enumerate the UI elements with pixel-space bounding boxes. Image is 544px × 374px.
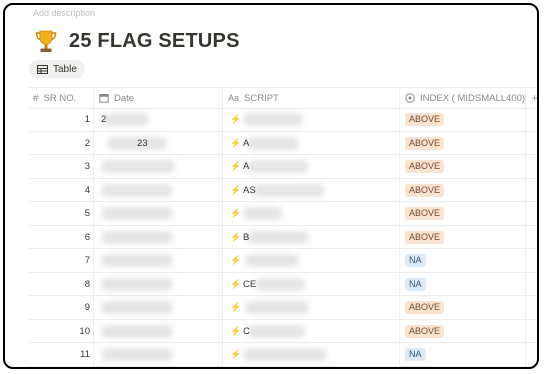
date-cell-redacted xyxy=(101,254,173,267)
script-cell[interactable]: B xyxy=(243,226,249,249)
index-status-tag[interactable]: ABOVE xyxy=(405,230,445,244)
sr-number-cell[interactable]: 3 xyxy=(29,155,90,178)
sr-number-cell[interactable]: 7 xyxy=(29,249,90,272)
script-cell-redacted xyxy=(243,113,303,126)
date-cell[interactable]: 2 xyxy=(101,108,106,131)
app-frame: Add description 25 FLAG SETUPS Table # S… xyxy=(3,3,539,369)
sr-number-cell[interactable]: 11 xyxy=(29,343,90,366)
trophy-icon xyxy=(35,30,57,52)
script-cell[interactable]: A xyxy=(243,132,249,155)
table-row[interactable]: 10 ⚡ C ABOVE xyxy=(29,320,537,343)
index-status-tag[interactable]: ABOVE xyxy=(405,207,445,220)
view-tab-label: Table xyxy=(53,63,77,75)
script-cell-redacted xyxy=(253,183,325,197)
sr-number-cell[interactable]: 2 xyxy=(29,132,90,155)
lightning-icon: ⚡ xyxy=(230,349,242,359)
page-title-row: 25 FLAG SETUPS xyxy=(33,28,240,54)
date-cell-redacted xyxy=(101,160,175,173)
table-row[interactable]: 7 ⚡ NA xyxy=(29,249,537,273)
script-cell-redacted xyxy=(247,160,309,173)
plus-icon[interactable]: + xyxy=(531,88,537,108)
table-row[interactable]: 3 ⚡ A ABOVE xyxy=(29,155,537,179)
script-cell-redacted xyxy=(255,277,305,291)
script-cell-redacted xyxy=(247,230,309,244)
lightning-icon: ⚡ xyxy=(230,208,242,218)
sr-number-cell[interactable]: 8 xyxy=(29,273,90,296)
table-header: # SR NO. Date Aa SCRIPT INDEX ( MIDSMALL… xyxy=(29,87,537,109)
index-status-tag[interactable]: NA xyxy=(405,277,426,291)
date-cell-redacted xyxy=(101,277,173,291)
index-status-tag[interactable]: ABOVE xyxy=(405,301,445,314)
table-row[interactable]: 1 2 ⚡ ABOVE xyxy=(29,108,537,132)
sr-number-cell[interactable]: 6 xyxy=(29,226,90,249)
add-description-placeholder[interactable]: Add description xyxy=(33,8,95,18)
sr-number-cell[interactable]: 5 xyxy=(29,202,90,225)
table-row[interactable]: 8 ⚡ CE NA xyxy=(29,273,537,296)
lightning-icon: ⚡ xyxy=(230,137,242,148)
lightning-icon: ⚡ xyxy=(230,184,242,195)
script-cell-redacted xyxy=(247,324,305,338)
index-status-tag[interactable]: ABOVE xyxy=(405,113,445,126)
date-cell-redacted xyxy=(103,113,149,126)
sr-number-cell[interactable]: 10 xyxy=(29,320,90,343)
lightning-icon: ⚡ xyxy=(230,325,242,336)
view-tab-table[interactable]: Table xyxy=(29,60,85,78)
table-row[interactable]: 6 ⚡ B ABOVE xyxy=(29,226,537,249)
text-aa-icon: Aa xyxy=(228,93,240,103)
lightning-icon: ⚡ xyxy=(230,255,242,265)
column-header-index[interactable]: INDEX ( MIDSMALL400) xyxy=(405,88,525,108)
column-header-sr[interactable]: # SR NO. xyxy=(33,88,76,108)
date-cell-redacted xyxy=(101,301,173,314)
sr-number-cell[interactable]: 1 xyxy=(29,108,90,131)
lightning-icon: ⚡ xyxy=(230,231,242,242)
script-cell[interactable]: A xyxy=(243,155,249,178)
calendar-icon xyxy=(99,94,109,103)
sr-number-cell[interactable]: 9 xyxy=(29,296,90,319)
table-row[interactable]: 5 ⚡ ABOVE xyxy=(29,202,537,226)
lightning-icon: ⚡ xyxy=(230,278,242,289)
column-header-script[interactable]: Aa SCRIPT xyxy=(228,88,279,108)
script-cell-redacted xyxy=(245,301,309,314)
date-cell-redacted xyxy=(101,348,173,361)
table-row[interactable]: 9 ⚡ ABOVE xyxy=(29,296,537,320)
script-cell[interactable]: AS xyxy=(243,179,256,202)
column-header-date[interactable]: Date xyxy=(99,88,134,108)
page-title: 25 FLAG SETUPS xyxy=(69,29,240,52)
script-cell[interactable]: C xyxy=(243,320,250,343)
date-cell-redacted xyxy=(101,324,173,338)
index-status-tag[interactable]: ABOVE xyxy=(405,160,445,173)
index-status-tag[interactable]: NA xyxy=(405,254,426,267)
lightning-icon: ⚡ xyxy=(230,161,242,171)
date-cell[interactable]: 23 xyxy=(137,132,148,155)
index-status-tag[interactable]: ABOVE xyxy=(405,324,445,338)
table-row[interactable]: 4 ⚡ AS ABOVE xyxy=(29,179,537,202)
table-row[interactable]: 11 ⚡ NA xyxy=(29,343,537,367)
date-cell-redacted xyxy=(101,207,173,220)
date-cell-redacted xyxy=(101,230,173,244)
table-icon xyxy=(37,64,48,74)
script-cell-redacted xyxy=(243,207,283,220)
script-cell[interactable]: CE xyxy=(243,273,256,296)
sr-number-cell[interactable]: 4 xyxy=(29,179,90,202)
index-status-tag[interactable]: ABOVE xyxy=(405,183,445,197)
index-status-tag[interactable]: NA xyxy=(405,348,426,361)
script-cell-redacted xyxy=(243,348,327,361)
table-row[interactable]: 2 23 ⚡ A ABOVE xyxy=(29,132,537,155)
lightning-icon: ⚡ xyxy=(230,114,242,124)
lightning-icon: ⚡ xyxy=(230,302,242,312)
date-cell-redacted xyxy=(101,183,173,197)
hash-icon: # xyxy=(33,92,39,104)
script-cell-redacted xyxy=(245,254,299,267)
index-status-tag[interactable]: ABOVE xyxy=(405,136,445,150)
select-circle-icon xyxy=(405,93,415,103)
script-cell-redacted xyxy=(247,136,299,150)
